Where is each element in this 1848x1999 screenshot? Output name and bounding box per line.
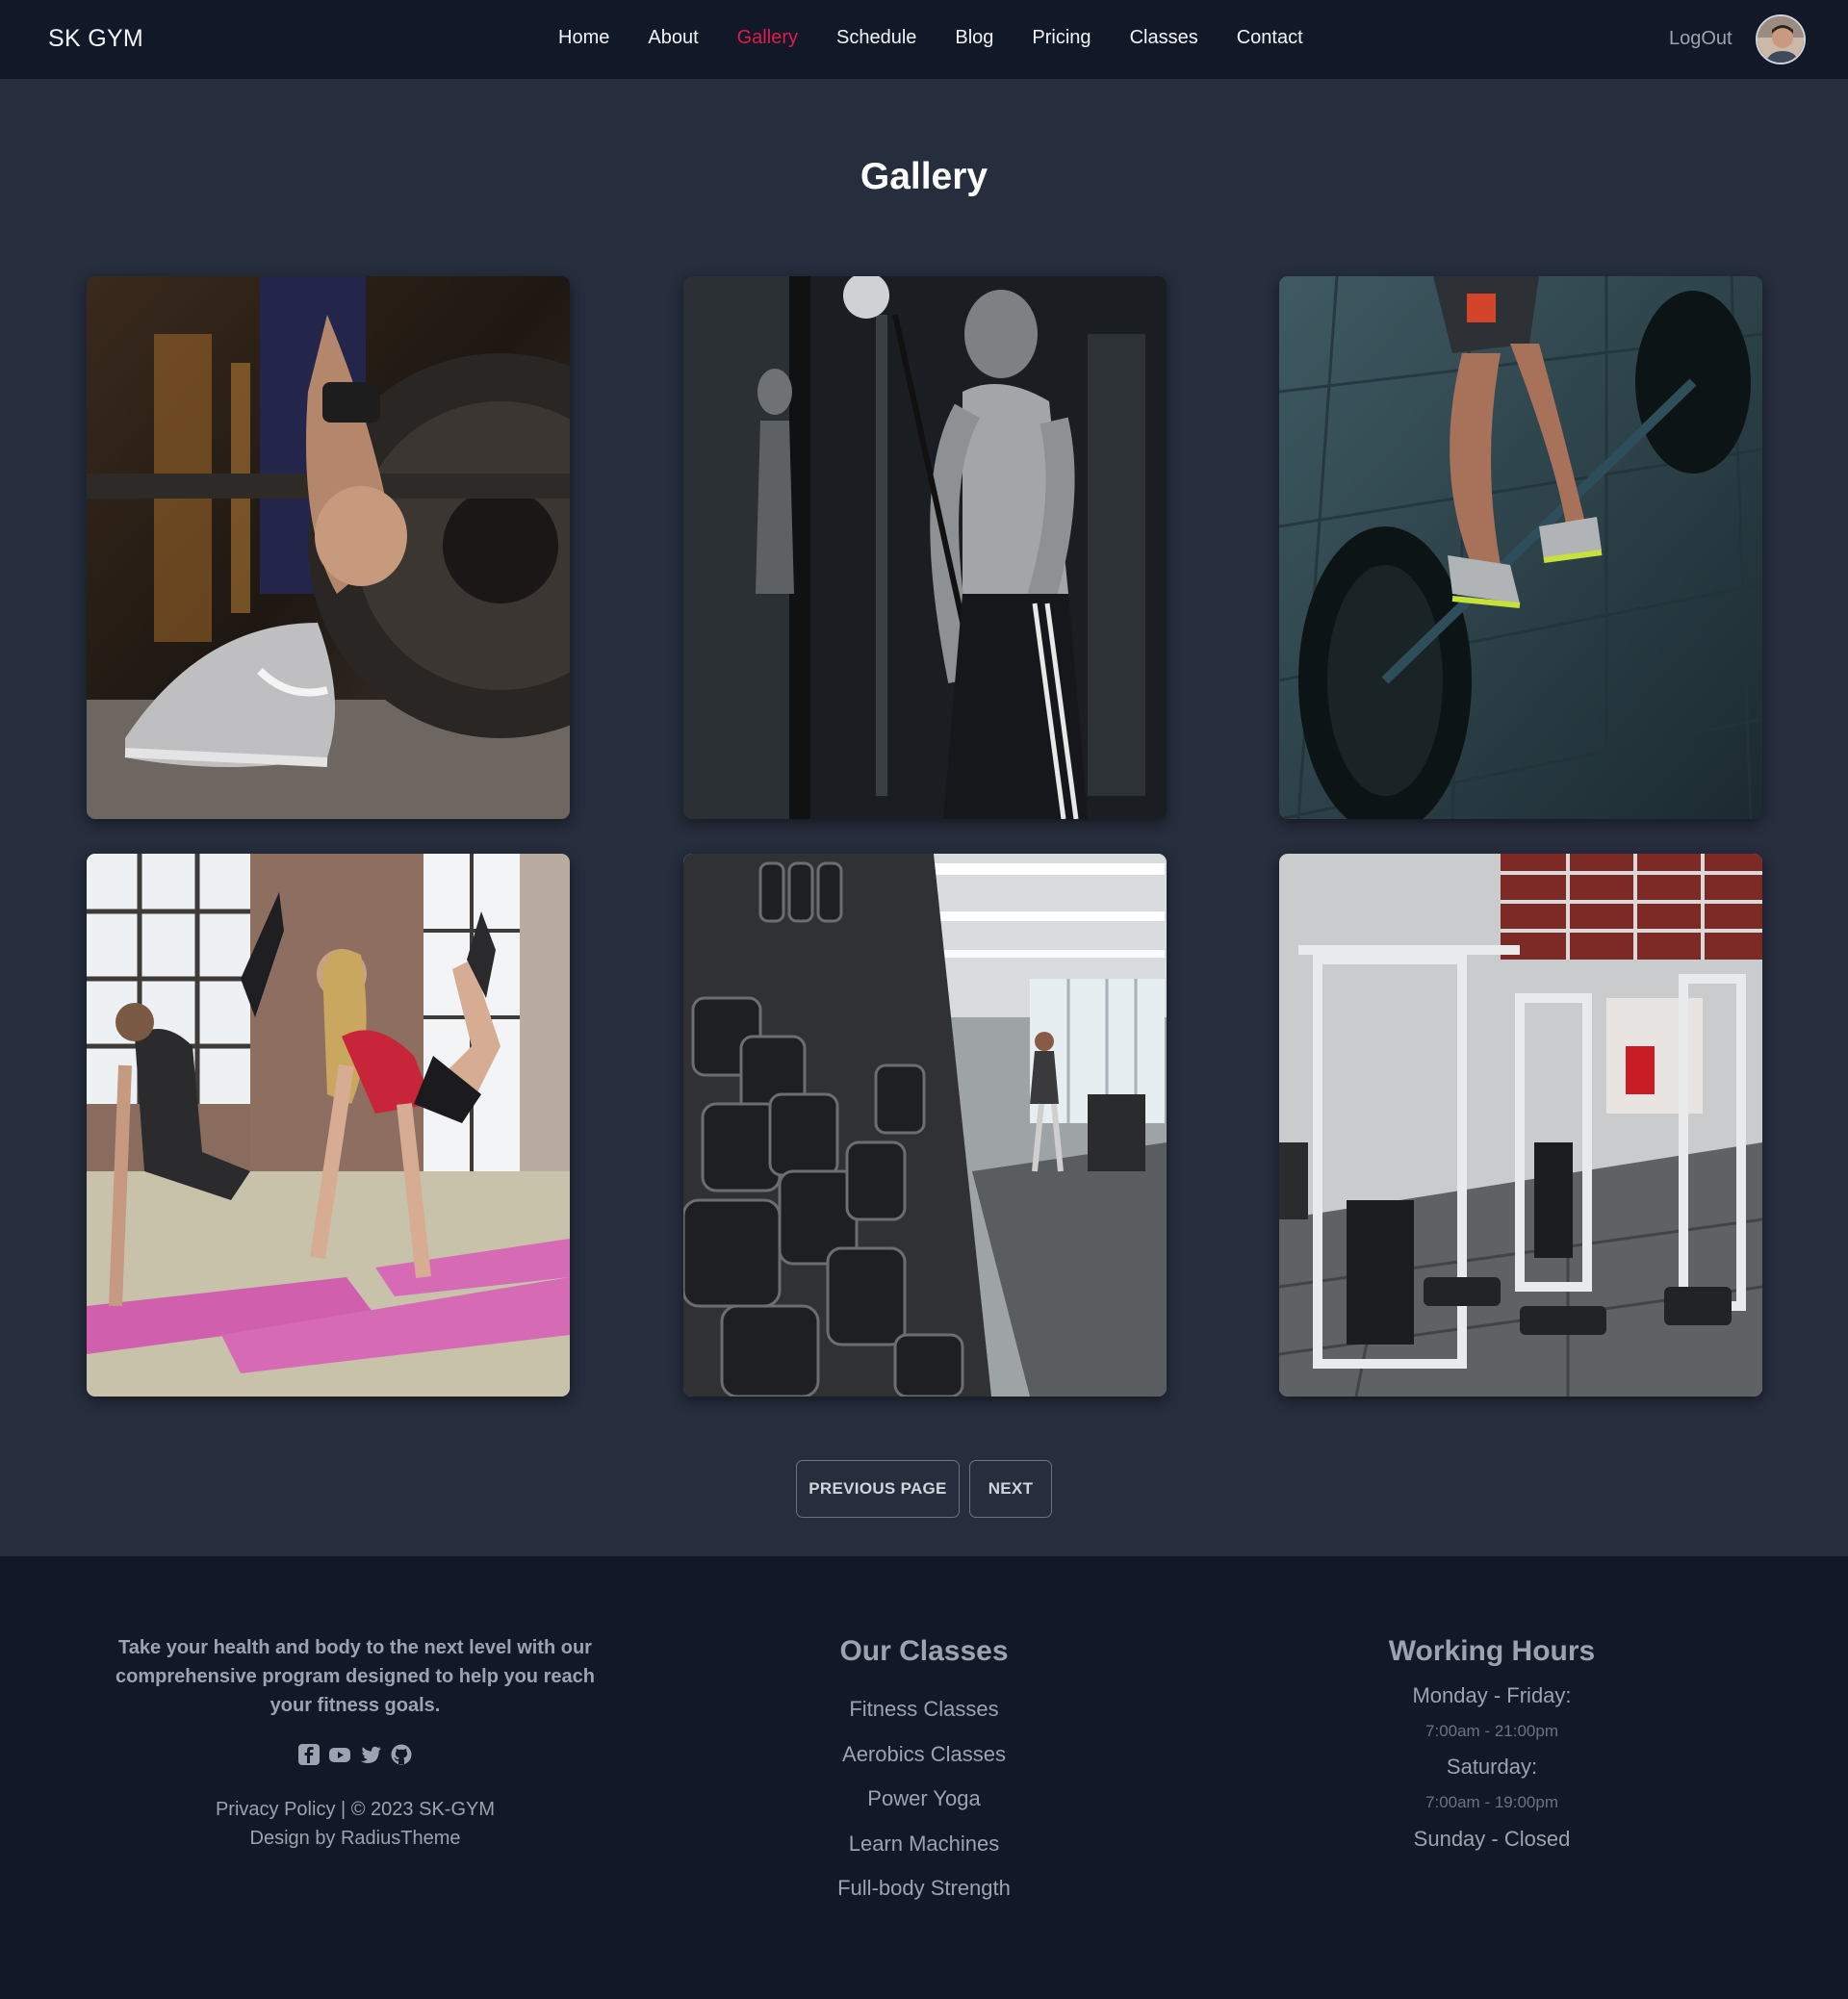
footer-classes: Our Classes Fitness Classes Aerobics Cla… [732, 1635, 1116, 1911]
nav-link-pricing[interactable]: Pricing [1032, 27, 1091, 49]
gallery-photo-barbell-grip[interactable] [87, 276, 570, 819]
previous-page-button[interactable]: PREVIOUS PAGE [796, 1460, 960, 1518]
avatar-image [1758, 16, 1804, 63]
github-icon[interactable] [390, 1743, 413, 1766]
gallery-image [87, 854, 570, 1397]
nav-link-gallery[interactable]: Gallery [737, 27, 798, 49]
twitter-icon[interactable] [359, 1743, 382, 1766]
gallery-photo-floor-exercise[interactable] [87, 854, 570, 1397]
gallery-photo-cable-workout[interactable] [683, 276, 1167, 819]
facebook-icon[interactable] [297, 1743, 321, 1766]
class-link-aerobics[interactable]: Aerobics Classes [732, 1732, 1116, 1778]
classes-heading: Our Classes [839, 1635, 1009, 1667]
gallery-photo-gym-machines[interactable] [1279, 854, 1762, 1397]
nav-link-contact[interactable]: Contact [1237, 27, 1303, 49]
youtube-icon[interactable] [328, 1743, 351, 1766]
user-avatar[interactable] [1756, 14, 1806, 64]
gallery-image [1279, 854, 1762, 1397]
gallery-image [683, 854, 1167, 1397]
gallery-image [1279, 276, 1762, 819]
gallery-photo-dumbbell-rack[interactable] [683, 854, 1167, 1397]
hours-saturday-label: Saturday: [1446, 1755, 1538, 1779]
hours-heading: Working Hours [1388, 1635, 1596, 1667]
nav-link-home[interactable]: Home [558, 27, 609, 49]
footer-hours: Working Hours Monday - Friday: 7:00am - … [1299, 1635, 1684, 1858]
class-link-full-body[interactable]: Full-body Strength [732, 1866, 1116, 1911]
hours-weekday-label: Monday - Friday: [1412, 1683, 1572, 1707]
social-links [296, 1743, 414, 1766]
nav-link-schedule[interactable]: Schedule [836, 27, 916, 49]
gallery-image [87, 276, 570, 819]
class-link-learn-machines[interactable]: Learn Machines [732, 1822, 1116, 1867]
hours-weekday-time: 7:00am - 21:00pm [1425, 1722, 1558, 1740]
brand-logo[interactable]: SK GYM [48, 25, 143, 53]
gallery-image [683, 276, 1167, 819]
gallery-photo-barbell-floor[interactable] [1279, 276, 1762, 819]
privacy-policy-link[interactable]: Privacy Policy [216, 1799, 335, 1820]
next-page-button[interactable]: NEXT [969, 1460, 1052, 1518]
logout-link[interactable]: LogOut [1669, 28, 1732, 50]
footer-tagline: Take your health and body to the next le… [116, 1637, 595, 1716]
class-link-fitness[interactable]: Fitness Classes [732, 1687, 1116, 1732]
design-credit: Design by RadiusTheme [249, 1828, 461, 1849]
site-footer: Take your health and body to the next le… [0, 1556, 1848, 1999]
top-navbar: SK GYM Home About Gallery Schedule Blog … [0, 0, 1848, 79]
hours-sunday: Sunday - Closed [1413, 1827, 1571, 1851]
main-nav: Home About Gallery Schedule Blog Pricing… [558, 27, 1342, 49]
nav-link-blog[interactable]: Blog [955, 27, 993, 49]
copyright-text: | © 2023 SK-GYM [341, 1799, 496, 1820]
footer-legal: Privacy Policy | © 2023 SK-GYM Design by… [162, 1795, 549, 1853]
copyright-line: Privacy Policy | © 2023 SK-GYM [162, 1795, 549, 1824]
page-title: Gallery [860, 156, 988, 197]
class-link-power-yoga[interactable]: Power Yoga [732, 1777, 1116, 1822]
nav-link-classes[interactable]: Classes [1130, 27, 1198, 49]
nav-link-about[interactable]: About [648, 27, 698, 49]
hours-saturday-time: 7:00am - 19:00pm [1425, 1793, 1558, 1811]
